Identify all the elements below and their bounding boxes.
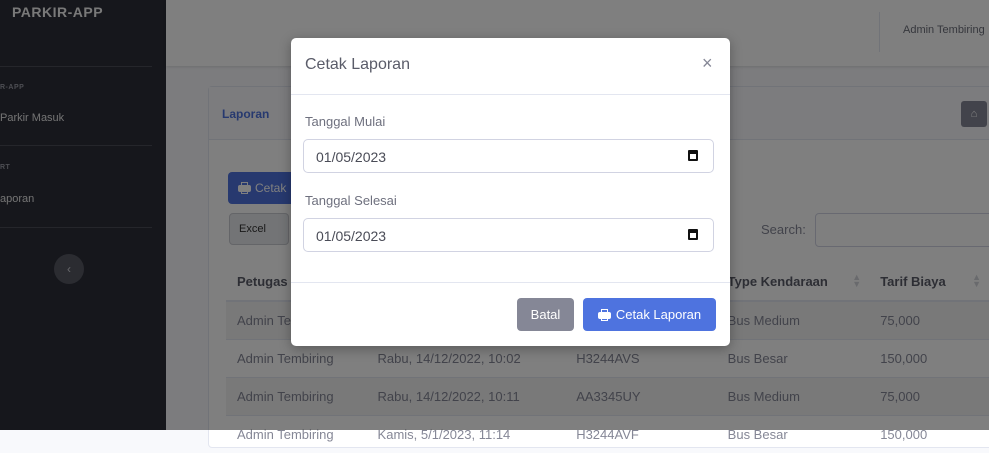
modal-footer: Batal Cetak Laporan bbox=[291, 282, 730, 347]
end-date-value: 01/05/2023 bbox=[316, 228, 386, 244]
end-date-input[interactable]: 01/05/2023 bbox=[303, 218, 714, 252]
start-date-label: Tanggal Mulai bbox=[305, 114, 385, 129]
start-date-input[interactable]: 01/05/2023 bbox=[303, 139, 714, 173]
print-report-label: Cetak Laporan bbox=[616, 307, 701, 322]
calendar-icon[interactable] bbox=[688, 229, 698, 240]
modal-title: Cetak Laporan bbox=[305, 56, 410, 74]
close-icon[interactable]: × bbox=[702, 53, 713, 74]
print-report-button[interactable]: Cetak Laporan bbox=[583, 298, 716, 331]
calendar-icon[interactable] bbox=[688, 150, 698, 161]
cetak-laporan-modal: Cetak Laporan × Tanggal Mulai 01/05/2023… bbox=[291, 38, 730, 346]
start-date-value: 01/05/2023 bbox=[316, 149, 386, 165]
printer-icon bbox=[598, 309, 611, 321]
end-date-label: Tanggal Selesai bbox=[305, 193, 397, 208]
modal-header: Cetak Laporan × bbox=[291, 38, 730, 95]
cancel-button[interactable]: Batal bbox=[517, 298, 574, 331]
